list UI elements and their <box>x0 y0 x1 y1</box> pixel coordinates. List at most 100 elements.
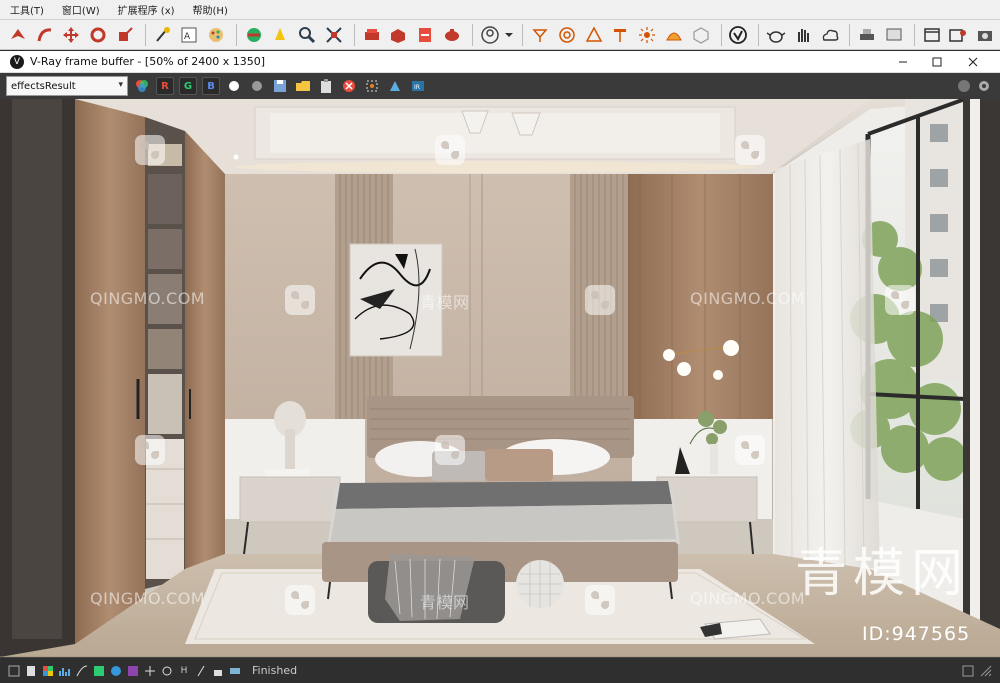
render-canvas[interactable]: QINGMO.COM 青模网 QINGMO.COM QINGMO.COM 青模网… <box>0 99 1000 657</box>
bend-icon[interactable] <box>33 23 57 47</box>
exposure-icon[interactable] <box>93 665 105 677</box>
channel-dropdown[interactable]: effectsResult ▾ <box>6 76 128 96</box>
watermark-logo-icon <box>885 285 915 315</box>
toolbar-separator <box>758 23 760 46</box>
watermark-logo-icon <box>135 135 165 165</box>
paint-icon[interactable] <box>204 23 228 47</box>
pin-icon[interactable] <box>195 665 207 677</box>
zoom-icon[interactable] <box>295 23 319 47</box>
corner-icon[interactable] <box>980 665 992 677</box>
move-icon[interactable] <box>59 23 83 47</box>
watermark-logo-icon <box>735 435 765 465</box>
lut-icon[interactable] <box>127 665 139 677</box>
toolbar-separator <box>913 23 915 46</box>
lens-icon[interactable] <box>161 665 173 677</box>
track-mouse-icon[interactable] <box>386 77 404 95</box>
sofa-icon[interactable] <box>360 23 384 47</box>
settings-icon[interactable] <box>975 77 993 95</box>
region-icon[interactable] <box>363 77 381 95</box>
maximize-button[interactable] <box>920 51 954 73</box>
pick-icon[interactable] <box>151 23 175 47</box>
cloud-icon[interactable] <box>818 23 842 47</box>
toolbar-separator <box>720 23 722 46</box>
vray-logo-icon: V <box>10 54 24 69</box>
watermark-text: QINGMO.COM <box>690 289 806 308</box>
resize-grip-icon[interactable] <box>962 665 974 677</box>
frame-icon[interactable] <box>947 23 971 47</box>
toolbar-separator <box>144 23 146 46</box>
watermark-text: QINGMO.COM <box>90 289 206 308</box>
scale-icon[interactable] <box>113 23 137 47</box>
watermark-id: ID:947565 <box>862 623 971 645</box>
kettle-icon[interactable] <box>764 23 788 47</box>
svg-text:A: A <box>184 32 191 42</box>
dome-icon[interactable] <box>662 23 686 47</box>
select-icon[interactable] <box>6 23 30 47</box>
red-channel-button[interactable]: R <box>156 77 174 95</box>
box-icon[interactable] <box>387 23 411 47</box>
stamp-icon[interactable] <box>229 665 241 677</box>
hist-icon[interactable]: H <box>178 665 190 677</box>
watermark-logo-icon <box>285 285 315 315</box>
watermark-text: QINGMO.COM <box>90 589 206 608</box>
screen-icon[interactable] <box>882 23 906 47</box>
text-icon[interactable]: A <box>177 23 201 47</box>
history-toggle-icon[interactable] <box>8 665 20 677</box>
minimize-button[interactable] <box>886 51 920 73</box>
cube-icon[interactable] <box>689 23 713 47</box>
svg-text:IR: IR <box>414 84 420 91</box>
curve-icon[interactable] <box>76 665 88 677</box>
target-icon[interactable] <box>555 23 579 47</box>
toolbar-separator <box>353 23 355 46</box>
light-icon[interactable] <box>269 23 293 47</box>
blue-channel-button[interactable]: B <box>202 77 220 95</box>
menu-extensions[interactable]: 扩展程序 (x) <box>118 2 175 17</box>
gray-circle-icon[interactable] <box>248 77 266 95</box>
green-channel-button[interactable]: G <box>179 77 197 95</box>
hand-icon[interactable] <box>791 23 815 47</box>
srgb-icon[interactable] <box>110 665 122 677</box>
color-correction-icon[interactable] <box>42 665 54 677</box>
menu-window[interactable]: 窗口(W) <box>62 2 100 17</box>
rotate-icon[interactable] <box>86 23 110 47</box>
stool-icon[interactable] <box>609 23 633 47</box>
vray-icon[interactable] <box>727 23 751 47</box>
menu-tools[interactable]: 工具(T) <box>10 2 44 17</box>
lock-icon[interactable] <box>212 665 224 677</box>
print-icon[interactable] <box>855 23 879 47</box>
watermark-text: QINGMO.COM <box>690 589 806 608</box>
fit-icon[interactable] <box>322 23 346 47</box>
toolbar-separator <box>849 23 851 46</box>
vfb-statusbar: H Finished <box>0 657 1000 683</box>
user-icon[interactable] <box>478 23 502 47</box>
render-status: Finished <box>252 664 298 677</box>
cone-icon[interactable] <box>582 23 606 47</box>
watermark-logo-icon <box>585 285 615 315</box>
close-button[interactable] <box>956 51 990 73</box>
watermark-logo-icon <box>585 585 615 615</box>
watermark-text: 青模网 <box>420 593 470 612</box>
clipboard-icon[interactable] <box>317 77 335 95</box>
watermark-logo-icon <box>735 135 765 165</box>
render-last-icon[interactable]: IR <box>409 77 427 95</box>
plane-icon[interactable] <box>413 23 437 47</box>
teapot-icon[interactable] <box>440 23 464 47</box>
clear-icon[interactable] <box>340 77 358 95</box>
render-icon[interactable] <box>242 23 266 47</box>
log-icon[interactable] <box>25 665 37 677</box>
menu-bar: 工具(T) 窗口(W) 扩展程序 (x) 帮助(H) <box>0 0 1000 20</box>
sun-icon[interactable] <box>635 23 659 47</box>
save-icon[interactable] <box>271 77 289 95</box>
open-folder-icon[interactable] <box>294 77 312 95</box>
history-icon[interactable] <box>955 77 973 95</box>
compare-icon[interactable] <box>144 665 156 677</box>
window-icon[interactable] <box>920 23 944 47</box>
lamp-icon[interactable] <box>528 23 552 47</box>
chevron-down-icon[interactable] <box>504 23 514 47</box>
white-circle-icon[interactable] <box>225 77 243 95</box>
channel-value: effectsResult <box>11 80 76 92</box>
menu-help[interactable]: 帮助(H) <box>193 2 228 17</box>
camera-icon[interactable] <box>973 23 997 47</box>
color-picker-icon[interactable] <box>133 77 151 95</box>
levels-icon[interactable] <box>59 665 71 677</box>
